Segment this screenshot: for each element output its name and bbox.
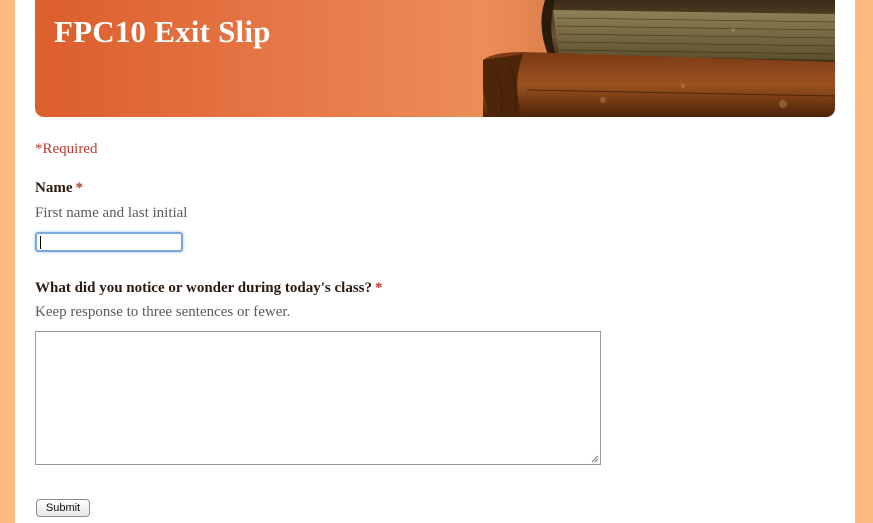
question-notice-help: Keep response to three sentences or fewe…	[35, 304, 291, 320]
notice-wonder-textarea[interactable]	[35, 331, 601, 465]
form-page: FPC10 Exit Slip *Required Name * First n…	[15, 0, 855, 523]
submit-button[interactable]: Submit	[36, 499, 90, 517]
required-asterisk: *	[75, 180, 84, 196]
resize-grip-icon[interactable]	[591, 455, 599, 463]
text-caret	[40, 236, 41, 249]
question-notice-title: What did you notice or wonder during tod…	[35, 280, 383, 297]
question-name-help: First name and last initial	[35, 205, 188, 221]
required-note: *Required	[35, 141, 98, 157]
books-image	[483, 0, 835, 117]
question-name-label: Name	[35, 180, 73, 196]
name-input[interactable]	[35, 232, 183, 252]
question-name-title: Name *	[35, 180, 83, 197]
form-title: FPC10 Exit Slip	[54, 14, 271, 49]
required-asterisk: *	[375, 280, 383, 296]
question-notice-label: What did you notice or wonder during tod…	[35, 280, 372, 296]
form-header-banner: FPC10 Exit Slip	[35, 0, 835, 117]
